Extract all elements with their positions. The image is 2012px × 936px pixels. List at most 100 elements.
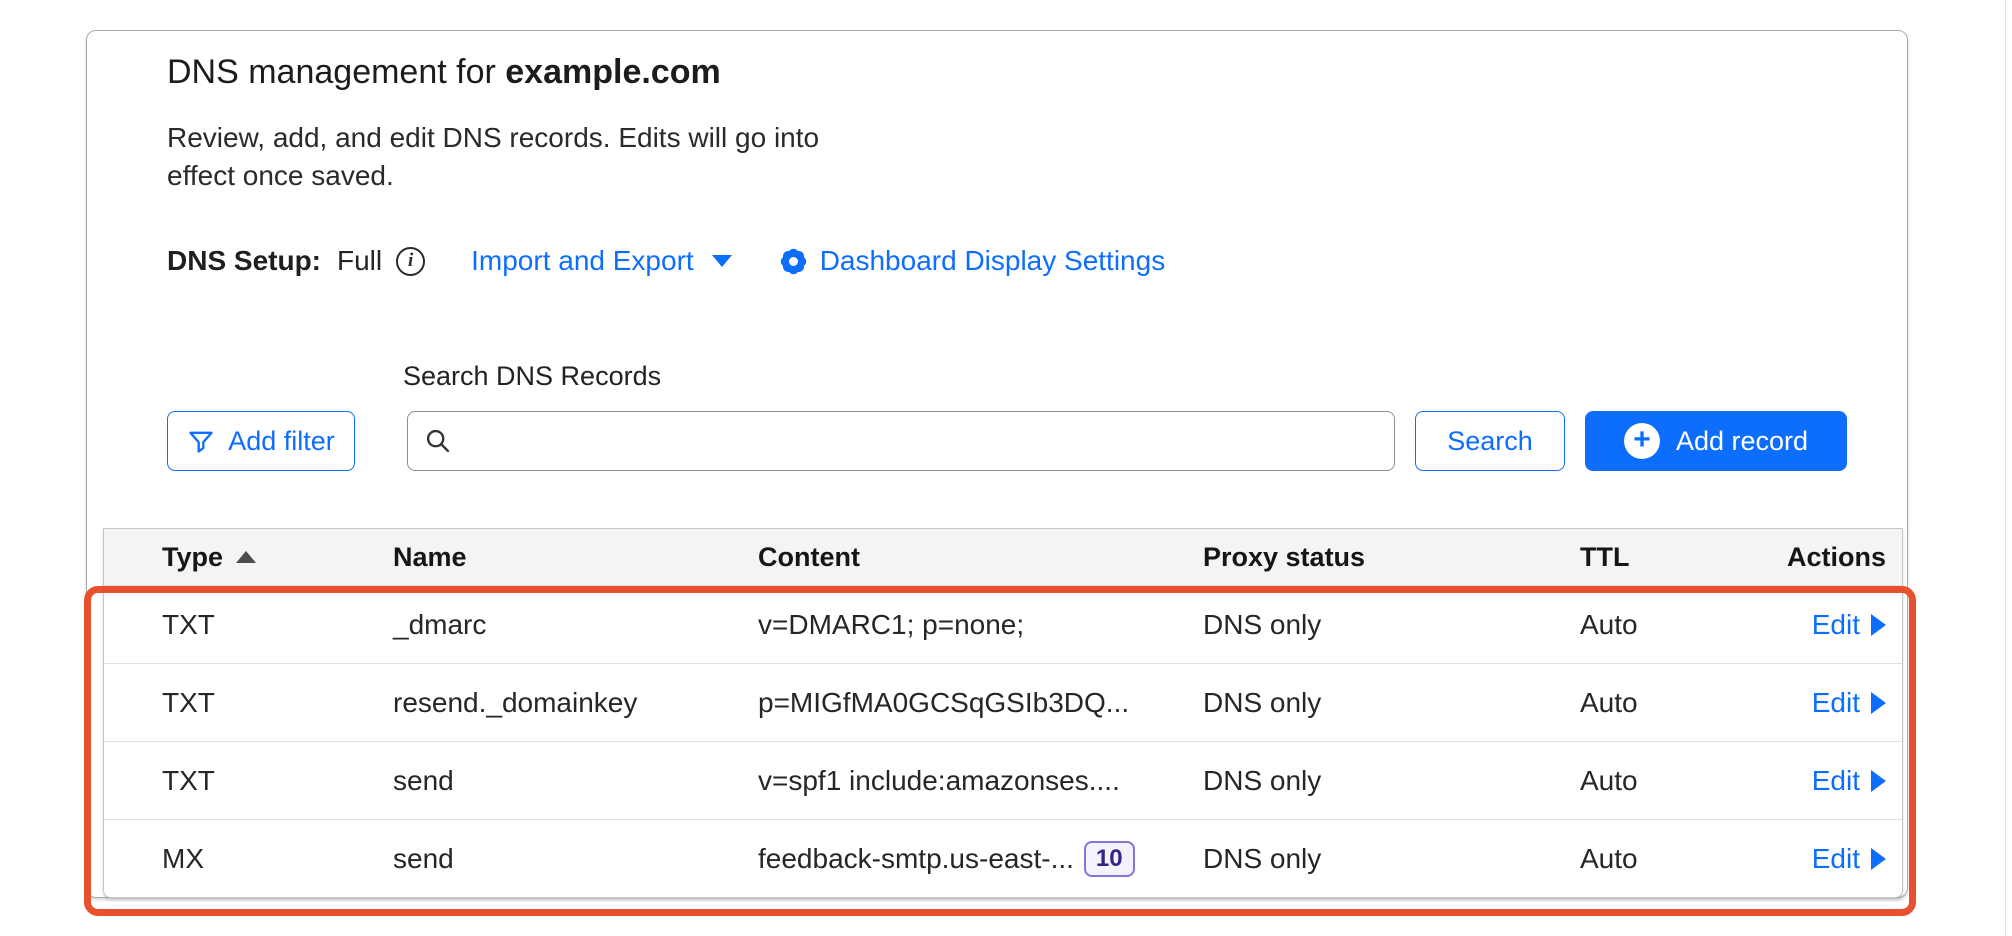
dns-setup-label: DNS Setup: (167, 245, 321, 277)
page-title-prefix: DNS management for (167, 53, 496, 91)
cell-name: resend._domainkey (393, 687, 758, 719)
header-label-type: Type (162, 542, 223, 573)
table-row: TXT _dmarc v=DMARC1; p=none; DNS only Auto Ed… (104, 585, 1902, 663)
cell-content-text: v=spf1 include:amazonses.... (758, 765, 1120, 797)
cell-ttl-text: Auto (1580, 765, 1638, 797)
page-description: Review, add, and edit DNS records. Edits… (167, 119, 827, 195)
header-label-ttl: TTL (1580, 542, 1629, 573)
triangle-right-icon (1871, 848, 1886, 870)
priority-badge: 10 (1084, 841, 1135, 877)
cell-content: feedback-smtp.us-east-... 10 (758, 841, 1203, 877)
search-button-label: Search (1447, 426, 1533, 457)
dashboard-display-settings-label: Dashboard Display Settings (820, 245, 1166, 277)
dns-management-card: DNS management for example.com Review, a… (86, 30, 1908, 898)
add-filter-label: Add filter (228, 426, 335, 457)
table-row: MX send feedback-smtp.us-east-... 10 DNS onl… (104, 819, 1902, 897)
cell-proxy-status: DNS only (1203, 843, 1580, 875)
header-cell-ttl: TTL (1580, 542, 1771, 573)
cell-name: send (393, 765, 758, 797)
plus-icon: + (1624, 423, 1660, 459)
cell-content-text: v=DMARC1; p=none; (758, 609, 1024, 641)
cell-ttl-text: Auto (1580, 687, 1638, 719)
cell-proxy-status: DNS only (1203, 687, 1580, 719)
triangle-right-icon (1871, 692, 1886, 714)
edit-button-label: Edit (1812, 843, 1860, 875)
cell-type-text: MX (162, 843, 204, 875)
cell-ttl: Auto (1580, 843, 1771, 875)
cell-content: v=DMARC1; p=none; (758, 609, 1203, 641)
cell-name-text: send (393, 765, 454, 797)
cell-actions: Edit (1771, 609, 1886, 641)
search-icon (424, 427, 452, 455)
cell-proxy-status-text: DNS only (1203, 843, 1321, 875)
cell-actions: Edit (1771, 687, 1886, 719)
dashboard-display-settings-link[interactable]: Dashboard Display Settings (780, 245, 1166, 277)
edit-button[interactable]: Edit (1812, 687, 1886, 719)
header-cell-content: Content (758, 542, 1203, 573)
header-label-content: Content (758, 542, 860, 573)
cell-ttl: Auto (1580, 687, 1771, 719)
cell-type-text: TXT (162, 765, 215, 797)
page-title: DNS management for example.com (167, 53, 721, 92)
edit-button[interactable]: Edit (1812, 765, 1886, 797)
dns-setup-value: Full (337, 245, 382, 277)
header-label-actions: Actions (1787, 542, 1886, 573)
dns-records-table: Type Name Content Proxy status TTL Actions TX… (103, 528, 1903, 898)
import-export-button[interactable]: Import and Export (471, 245, 732, 277)
cell-type: TXT (162, 687, 393, 719)
cell-name-text: _dmarc (393, 609, 486, 641)
cell-name-text: send (393, 843, 454, 875)
cell-content-text: p=MIGfMA0GCSqGSIb3DQ... (758, 687, 1129, 719)
add-record-label: Add record (1676, 426, 1808, 457)
edit-button-label: Edit (1812, 609, 1860, 641)
header-label-proxy-status: Proxy status (1203, 542, 1365, 573)
table-row: TXT send v=spf1 include:amazonses.... DNS o… (104, 741, 1902, 819)
header-cell-proxy-status: Proxy status (1203, 542, 1580, 573)
search-input-container (407, 411, 1395, 471)
cell-proxy-status: DNS only (1203, 765, 1580, 797)
page-title-domain: example.com (505, 53, 720, 91)
cell-proxy-status-text: DNS only (1203, 765, 1321, 797)
table-header-row: Type Name Content Proxy status TTL Actions (104, 529, 1902, 585)
gear-icon (780, 248, 807, 275)
cell-type-text: TXT (162, 609, 215, 641)
search-button[interactable]: Search (1415, 411, 1565, 471)
page-edge-divider (2005, 0, 2006, 936)
funnel-icon (187, 427, 215, 455)
cell-content: p=MIGfMA0GCSqGSIb3DQ... (758, 687, 1203, 719)
cell-actions: Edit (1771, 765, 1886, 797)
info-icon[interactable]: i (396, 247, 425, 276)
edit-button[interactable]: Edit (1812, 609, 1886, 641)
cell-ttl: Auto (1580, 765, 1771, 797)
chevron-down-icon (712, 255, 732, 267)
cell-type: TXT (162, 765, 393, 797)
cell-name: send (393, 843, 758, 875)
header-cell-actions: Actions (1771, 542, 1886, 573)
search-input[interactable] (466, 412, 1378, 470)
cell-type-text: TXT (162, 687, 215, 719)
header-cell-type[interactable]: Type (162, 542, 393, 573)
add-filter-button[interactable]: Add filter (167, 411, 355, 471)
table-body: TXT _dmarc v=DMARC1; p=none; DNS only Auto Ed… (104, 585, 1902, 897)
cell-ttl-text: Auto (1580, 609, 1638, 641)
triangle-right-icon (1871, 770, 1886, 792)
cell-proxy-status-text: DNS only (1203, 609, 1321, 641)
edit-button-label: Edit (1812, 765, 1860, 797)
cell-proxy-status-text: DNS only (1203, 687, 1321, 719)
triangle-right-icon (1871, 614, 1886, 636)
cell-ttl-text: Auto (1580, 843, 1638, 875)
cell-name-text: resend._domainkey (393, 687, 637, 719)
sort-ascending-icon (236, 551, 256, 563)
add-record-button[interactable]: + Add record (1585, 411, 1847, 471)
cell-type: TXT (162, 609, 393, 641)
cell-content-text: feedback-smtp.us-east-... (758, 843, 1074, 875)
edit-button[interactable]: Edit (1812, 843, 1886, 875)
search-field-label: Search DNS Records (403, 361, 661, 392)
cell-actions: Edit (1771, 843, 1886, 875)
header-label-name: Name (393, 542, 467, 573)
cell-ttl: Auto (1580, 609, 1771, 641)
dns-setup-row: DNS Setup: Full i Import and Export Dash… (167, 245, 1165, 277)
table-row: TXT resend._domainkey p=MIGfMA0GCSqGSIb3DQ… (104, 663, 1902, 741)
import-export-label: Import and Export (471, 245, 694, 277)
cell-type: MX (162, 843, 393, 875)
